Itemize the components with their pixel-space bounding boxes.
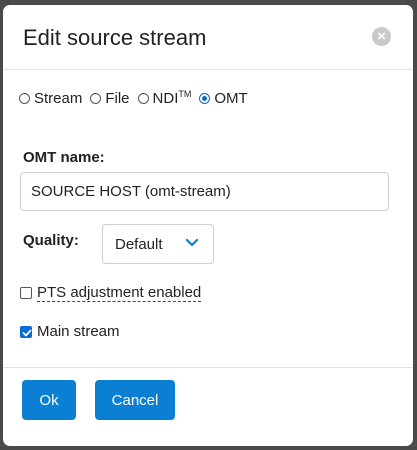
dialog-title: Edit source stream (23, 25, 207, 50)
main-stream-checkbox-row[interactable]: Main stream (20, 323, 120, 340)
radio-option-ndi[interactable]: NDI TM (137, 88, 192, 107)
main-stream-label: Main stream (37, 323, 120, 340)
pts-adjustment-checkbox-row[interactable]: PTS adjustment enabled (20, 284, 202, 302)
omt-name-label: OMT name: (23, 149, 105, 166)
source-type-radio-group: Stream File NDI TM OMT (19, 88, 256, 107)
cancel-button[interactable]: Cancel (95, 380, 175, 420)
pts-adjustment-label: PTS adjustment enabled (37, 284, 202, 302)
radio-button-selected[interactable] (199, 93, 211, 104)
quality-label: Quality: (23, 232, 79, 249)
radio-label: File (105, 90, 130, 107)
radio-label: NDI (152, 90, 179, 107)
radio-option-stream[interactable]: Stream (19, 90, 82, 107)
omt-name-input[interactable] (20, 172, 389, 211)
radio-button[interactable] (19, 93, 30, 104)
radio-option-omt[interactable]: OMT (199, 90, 248, 107)
radio-button[interactable] (90, 93, 102, 104)
radio-label: Stream (34, 90, 83, 107)
radio-option-file[interactable]: File (90, 90, 130, 107)
radio-button[interactable] (137, 93, 149, 104)
quality-selected-value: Default (115, 235, 163, 253)
radio-label: OMT (214, 90, 248, 107)
chevron-down-icon (185, 238, 199, 247)
trademark-superscript: TM (178, 88, 192, 99)
ok-button[interactable]: Ok (22, 380, 76, 420)
dialog-header: Edit source stream × (3, 5, 413, 70)
main-stream-checkbox[interactable] (20, 325, 32, 338)
pts-adjustment-checkbox[interactable] (20, 287, 32, 299)
checkmark-icon (22, 329, 32, 336)
quality-select[interactable]: Default (102, 224, 214, 264)
close-icon[interactable]: × (372, 27, 391, 46)
